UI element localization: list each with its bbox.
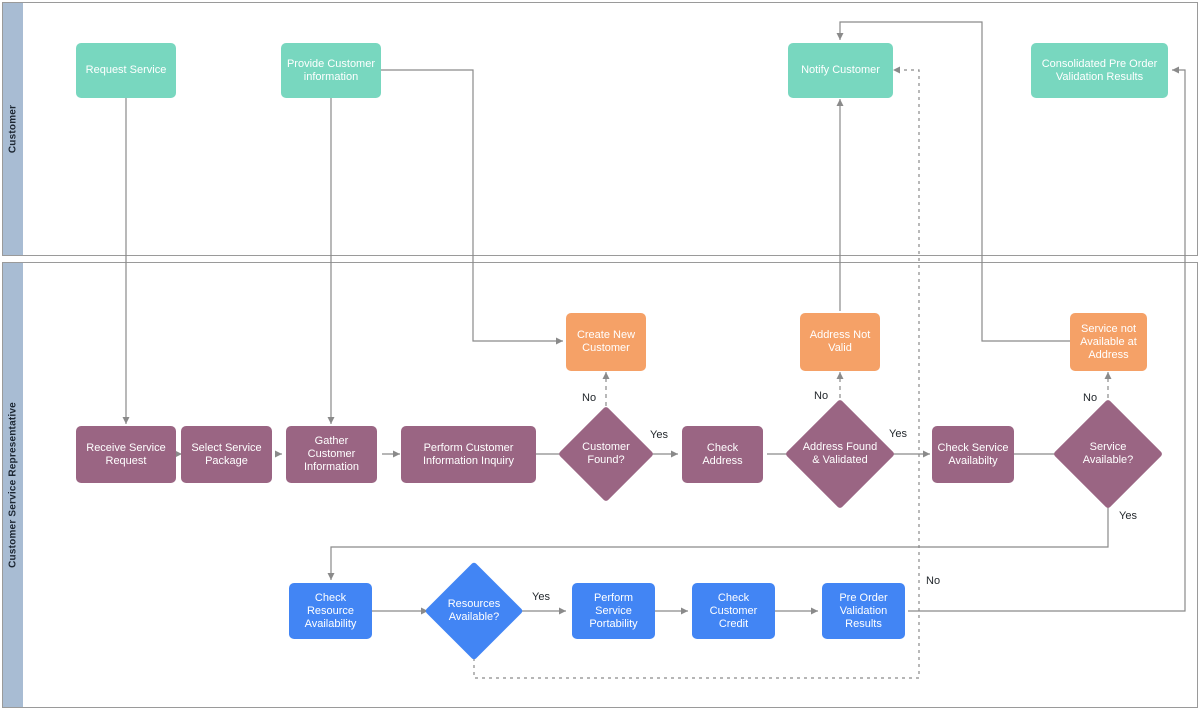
node-select-service-package[interactable]: Select Service Package — [181, 426, 272, 483]
node-check-customer-credit[interactable]: Check Customer Credit — [692, 583, 775, 639]
edge-label-resources-available-no: No — [926, 575, 941, 587]
node-notify-customer[interactable]: Notify Customer — [788, 43, 893, 98]
edge-label-resources-available-yes: Yes — [532, 591, 550, 603]
lane-header-csr: Customer Service Representative — [3, 263, 23, 707]
lane-header-customer: Customer — [3, 3, 23, 255]
node-label: Address Found & Validated — [802, 441, 878, 466]
node-create-new-customer[interactable]: Create New Customer — [566, 313, 646, 371]
node-address-not-valid[interactable]: Address Not Valid — [800, 313, 880, 371]
lane-label-csr: Customer Service Representative — [7, 402, 19, 568]
node-label: Resources Available? — [447, 598, 501, 623]
node-request-service[interactable]: Request Service — [76, 43, 176, 98]
node-label: Service Available? — [1082, 441, 1134, 466]
edge-label-service-available-no: No — [1083, 392, 1098, 404]
node-perform-service-portability[interactable]: Perform Service Portability — [572, 583, 655, 639]
swimlane-diagram-canvas: Customer Customer Service Representative — [0, 0, 1200, 714]
node-check-address[interactable]: Check Address — [682, 426, 763, 483]
node-service-available-decision[interactable]: Service Available? — [1052, 398, 1164, 510]
node-address-found-validated-decision[interactable]: Address Found & Validated — [784, 398, 896, 510]
node-check-service-availability[interactable]: Check Service Availabilty — [932, 426, 1014, 483]
node-label: Customer Found? — [582, 441, 630, 466]
node-consolidated-pre-order-validation-results[interactable]: Consolidated Pre Order Validation Result… — [1031, 43, 1168, 98]
node-pre-order-validation-results[interactable]: Pre Order Validation Results — [822, 583, 905, 639]
edge-label-address-found-yes: Yes — [889, 428, 907, 440]
edge-label-customer-found-no: No — [582, 392, 597, 404]
lane-customer — [2, 2, 1198, 256]
node-gather-customer-information[interactable]: Gather Customer Information — [286, 426, 377, 483]
node-receive-service-request[interactable]: Receive Service Request — [76, 426, 176, 483]
lane-label-customer: Customer — [7, 104, 19, 154]
node-provide-customer-information[interactable]: Provide Customer information — [281, 43, 381, 98]
node-service-not-available-at-address[interactable]: Service not Available at Address — [1070, 313, 1147, 371]
edge-label-customer-found-yes: Yes — [650, 429, 668, 441]
node-perform-customer-information-inquiry[interactable]: Perform Customer Information Inquiry — [401, 426, 536, 483]
node-customer-found-decision[interactable]: Customer Found? — [557, 405, 655, 503]
node-check-resource-availability[interactable]: Check Resource Availability — [289, 583, 372, 639]
node-resources-available-decision[interactable]: Resources Available? — [424, 561, 524, 661]
edge-label-address-found-no: No — [814, 390, 829, 402]
edge-label-service-available-yes: Yes — [1119, 510, 1137, 522]
